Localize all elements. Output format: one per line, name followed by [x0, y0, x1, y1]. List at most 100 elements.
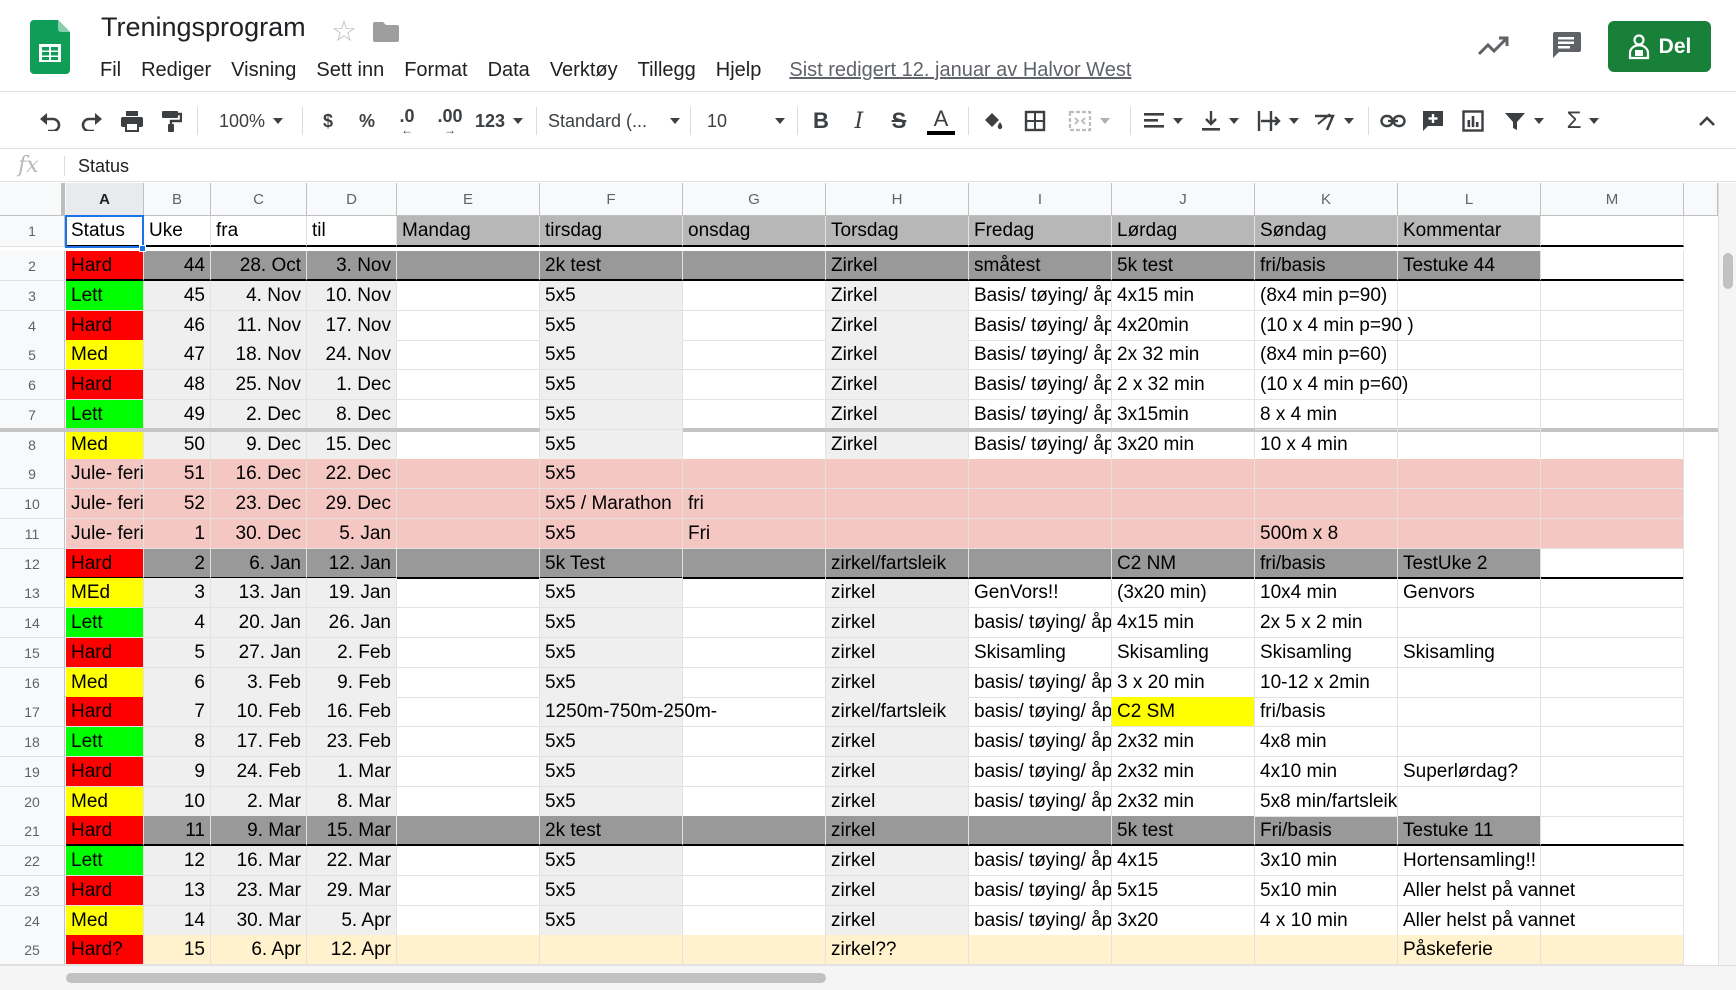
cell-c7[interactable]: 2. Dec: [211, 399, 307, 430]
cell-b18[interactable]: 8: [144, 727, 211, 757]
cell-c14[interactable]: 20. Jan: [211, 608, 307, 638]
cell-f15[interactable]: 5x5: [540, 637, 683, 668]
cell-d5[interactable]: 24. Nov: [307, 340, 397, 371]
cell-c15[interactable]: 27. Jan: [211, 637, 307, 668]
menu-tools[interactable]: Verktøy: [540, 55, 628, 86]
cell-a11[interactable]: Jule- ferie: [66, 518, 144, 549]
cell-b19[interactable]: 9: [144, 756, 211, 787]
cell-a16[interactable]: Med: [66, 667, 144, 698]
collapse-toolbar-icon[interactable]: [1694, 103, 1720, 139]
cell-k21[interactable]: Fri/basis: [1255, 816, 1398, 847]
cell-d14[interactable]: 26. Jan: [307, 608, 397, 638]
cell-j1[interactable]: Lørdag: [1112, 216, 1255, 247]
cell-i21[interactable]: [969, 816, 1112, 847]
cell-b20[interactable]: 10: [144, 786, 211, 817]
cell-m9[interactable]: [1541, 459, 1684, 490]
cell-g5[interactable]: [683, 340, 826, 371]
row-header[interactable]: 18: [0, 727, 65, 757]
menu-addons[interactable]: Tillegg: [628, 55, 706, 86]
last-edit-link[interactable]: Sist redigert 12. januar av Halvor West: [789, 59, 1131, 82]
menu-format[interactable]: Format: [394, 55, 477, 86]
cell-f22[interactable]: 5x5: [540, 846, 683, 876]
cell-b9[interactable]: 51: [144, 459, 211, 490]
cell-b13[interactable]: 3: [144, 578, 211, 609]
cell-k3[interactable]: (8x4 min p=90): [1255, 280, 1398, 311]
cell-i2[interactable]: småtest: [969, 251, 1112, 281]
row-header[interactable]: 17: [0, 697, 65, 728]
cell-b4[interactable]: 46: [144, 310, 211, 341]
cell-m16[interactable]: [1541, 667, 1684, 698]
cell-f6[interactable]: 5x5: [540, 370, 683, 400]
cell-f8[interactable]: 5x5: [540, 429, 683, 460]
column-header-j[interactable]: J: [1112, 183, 1255, 216]
row-header[interactable]: 6: [0, 370, 65, 400]
cell-g23[interactable]: [683, 875, 826, 906]
cell-i20[interactable]: basis/ tøying/ åpen: [969, 786, 1112, 817]
cell-a7[interactable]: Lett: [66, 399, 144, 430]
cell-m25[interactable]: [1541, 935, 1684, 965]
cell-g1[interactable]: onsdag: [683, 216, 826, 247]
cell-g19[interactable]: [683, 756, 826, 787]
cell-l13[interactable]: Genvors: [1398, 578, 1541, 609]
cell-c9[interactable]: 16. Dec: [211, 459, 307, 490]
cell-g25[interactable]: [683, 935, 826, 965]
text-color-button[interactable]: A: [924, 103, 958, 139]
cell-a21[interactable]: Hard: [66, 816, 144, 847]
cell-k23[interactable]: 5x10 min: [1255, 875, 1398, 906]
cell-l4[interactable]: [1398, 310, 1541, 341]
cell-j5[interactable]: 2x 32 min: [1112, 340, 1255, 371]
cell-i4[interactable]: Basis/ tøying/ åpen: [969, 310, 1112, 341]
cell-f5[interactable]: 5x5: [540, 340, 683, 371]
cell-a6[interactable]: Hard: [66, 370, 144, 400]
cell-m17[interactable]: [1541, 697, 1684, 728]
cell-c8[interactable]: 9. Dec: [211, 429, 307, 460]
cell-a24[interactable]: Med: [66, 905, 144, 936]
cell-i5[interactable]: Basis/ tøying/ åpen: [969, 340, 1112, 371]
functions-button[interactable]: Σ: [1560, 103, 1606, 139]
cell-f13[interactable]: 5x5: [540, 578, 683, 609]
cell-m18[interactable]: [1541, 727, 1684, 757]
cell-g16[interactable]: [683, 667, 826, 698]
cell-l6[interactable]: [1398, 370, 1541, 400]
cell-e12[interactable]: [397, 548, 540, 579]
cell-m13[interactable]: [1541, 578, 1684, 609]
cell-d19[interactable]: 1. Mar: [307, 756, 397, 787]
cell-h12[interactable]: zirkel/fartsleik: [826, 548, 969, 579]
cell-d11[interactable]: 5. Jan: [307, 518, 397, 549]
cell-b7[interactable]: 49: [144, 399, 211, 430]
cell-c25[interactable]: 6. Apr: [211, 935, 307, 965]
row-header[interactable]: 22: [0, 846, 65, 876]
column-header-m[interactable]: M: [1541, 183, 1684, 216]
cell-a20[interactable]: Med: [66, 786, 144, 817]
cell-c12[interactable]: 6. Jan: [211, 548, 307, 579]
cell-g22[interactable]: [683, 846, 826, 876]
menu-data[interactable]: Data: [478, 55, 540, 86]
cell-h16[interactable]: zirkel: [826, 667, 969, 698]
cell-k7[interactable]: 8 x 4 min: [1255, 399, 1398, 430]
cell-b15[interactable]: 5: [144, 637, 211, 668]
vertical-scroll-thumb[interactable]: [1723, 253, 1733, 289]
cell-g3[interactable]: [683, 280, 826, 311]
cell-b1[interactable]: Uke: [144, 216, 211, 247]
cell-a8[interactable]: Med: [66, 429, 144, 460]
currency-button[interactable]: $: [313, 103, 343, 139]
cell-j11[interactable]: [1112, 518, 1255, 549]
cell-g13[interactable]: [683, 578, 826, 609]
cell-g12[interactable]: [683, 548, 826, 579]
cell-a14[interactable]: Lett: [66, 608, 144, 638]
cell-f21[interactable]: 2k test: [540, 816, 683, 847]
cell-i1[interactable]: Fredag: [969, 216, 1112, 247]
cell-l18[interactable]: [1398, 727, 1541, 757]
cell-d8[interactable]: 15. Dec: [307, 429, 397, 460]
cell-a5[interactable]: Med: [66, 340, 144, 371]
row-header[interactable]: 23: [0, 875, 65, 906]
cell-m14[interactable]: [1541, 608, 1684, 638]
row-header[interactable]: 14: [0, 608, 65, 638]
cell-d20[interactable]: 8. Mar: [307, 786, 397, 817]
cell-d9[interactable]: 22. Dec: [307, 459, 397, 490]
cell-k4[interactable]: (10 x 4 min p=90 ): [1255, 310, 1414, 341]
cell-h5[interactable]: Zirkel: [826, 340, 969, 371]
menu-edit[interactable]: Rediger: [131, 55, 221, 86]
cell-k15[interactable]: Skisamling: [1255, 637, 1398, 668]
cell-a10[interactable]: Jule- ferie: [66, 489, 144, 519]
